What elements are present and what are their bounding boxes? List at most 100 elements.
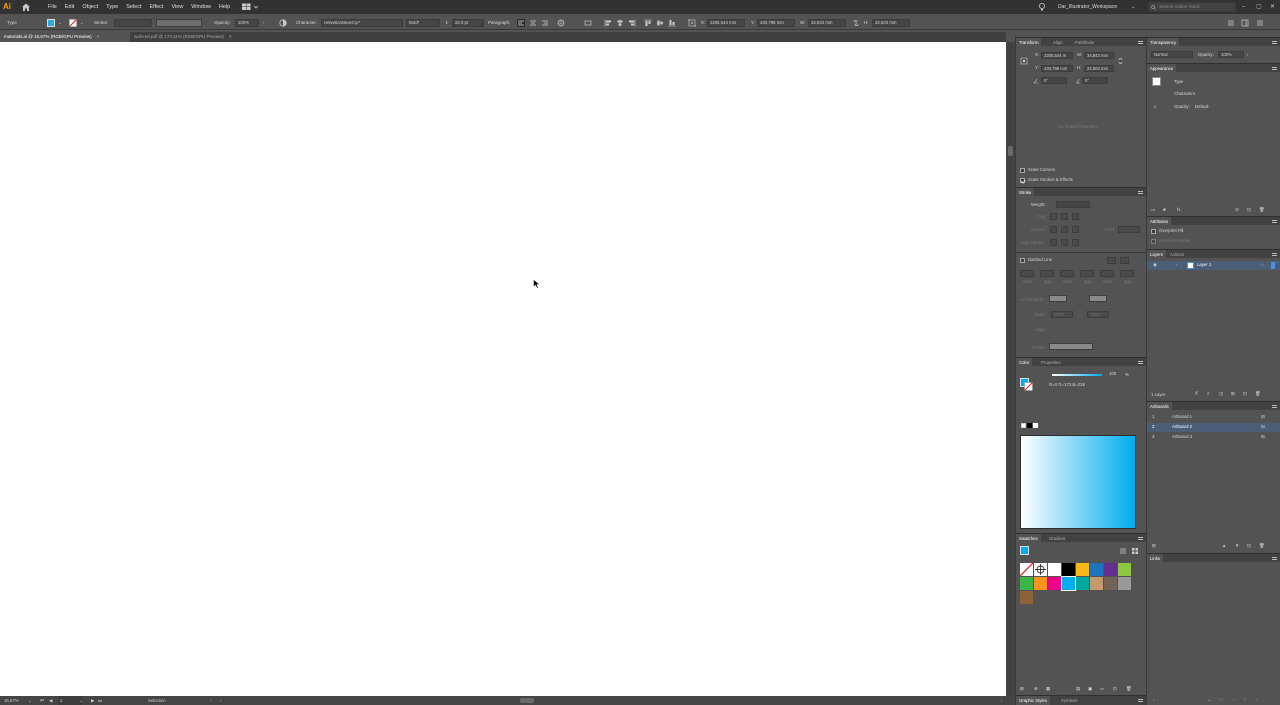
link-icon[interactable] xyxy=(852,19,860,27)
swatch-color[interactable] xyxy=(1076,563,1089,576)
tab-materials[interactable]: materials.ai @ 16,67% (RGB/GPU Preview) × xyxy=(0,32,130,42)
last-artboard-button[interactable]: ⏭ xyxy=(98,696,102,705)
artboard-row[interactable]: 2 Artboard 2 ⊟ xyxy=(1147,423,1280,432)
miter-join-button[interactable] xyxy=(1050,226,1057,233)
close-icon[interactable]: × xyxy=(97,34,100,39)
white-swatch[interactable] xyxy=(1033,423,1038,428)
tab-graphic-styles[interactable]: Graphic Styles xyxy=(1016,696,1050,705)
swatch-color[interactable] xyxy=(1062,563,1075,576)
swatch-color[interactable] xyxy=(1104,577,1117,590)
export-icon[interactable]: ⇱ xyxy=(1195,391,1199,397)
next-artboard-button[interactable]: ▶ xyxy=(91,696,94,705)
transparency-opacity-field[interactable]: 100% xyxy=(1218,51,1244,58)
swatch-color[interactable] xyxy=(1048,563,1061,576)
align-center-icon[interactable] xyxy=(529,19,537,27)
artboard-name[interactable]: Artboard 2 xyxy=(1172,424,1192,430)
relink-cc-icon[interactable]: ☁ xyxy=(1207,697,1211,703)
close-icon[interactable]: × xyxy=(229,34,232,39)
variable-width-profile[interactable] xyxy=(156,19,202,27)
tab-properties[interactable]: Properties xyxy=(1038,358,1064,367)
swatch-none[interactable] xyxy=(1019,562,1034,577)
panel-options-icon[interactable] xyxy=(1241,19,1249,27)
gap-field-1[interactable] xyxy=(1040,270,1054,277)
appearance-opacity-label[interactable]: Opacity: xyxy=(1174,104,1190,110)
color-stroke-swatch-icon[interactable] xyxy=(1024,382,1033,391)
trash-icon[interactable]: 🗑 xyxy=(1259,207,1264,213)
new-artboard-icon[interactable]: ⊡ xyxy=(1247,543,1251,549)
font-family-field[interactable]: HelveticaNeueCyr* xyxy=(321,19,403,27)
prev-artboard-button[interactable]: ◀ xyxy=(49,696,52,705)
new-sublayer-icon[interactable]: ⊞ xyxy=(1231,391,1235,397)
color-spectrum[interactable] xyxy=(1020,435,1136,529)
align-inside-stroke-button[interactable] xyxy=(1061,239,1068,246)
tint-slider-track[interactable] xyxy=(1052,374,1102,376)
expand-arrow-icon[interactable]: › xyxy=(1176,262,1177,268)
dash-field-3[interactable] xyxy=(1100,270,1114,277)
tab-wall-red[interactable]: wall-red.pdf @ 174,11% (RGB/GPU Preview)… xyxy=(130,32,262,42)
duplicate-item-icon[interactable]: ⊡ xyxy=(1247,207,1251,213)
align-to-icon[interactable] xyxy=(584,19,592,27)
minimize-button[interactable]: – xyxy=(1242,0,1245,14)
menu-object[interactable]: Object xyxy=(78,0,102,14)
tab-appearance[interactable]: Appearance xyxy=(1147,64,1177,73)
align-vcenter-objects-icon[interactable] xyxy=(656,19,664,27)
menu-select[interactable]: Select xyxy=(122,0,145,14)
overprint-fill-checkbox[interactable] xyxy=(1151,229,1156,234)
align-bottom-objects-icon[interactable] xyxy=(668,19,676,27)
dash-preserve-button[interactable] xyxy=(1107,257,1116,264)
chevron-left-icon[interactable]: ‹ xyxy=(220,696,221,705)
swatch-color[interactable] xyxy=(1034,577,1047,590)
menu-icon[interactable] xyxy=(1227,19,1235,27)
panel-menu-icon[interactable] xyxy=(1272,41,1277,44)
tab-pathfinder[interactable]: Pathfinder xyxy=(1072,38,1098,47)
tab-layers[interactable]: Layers xyxy=(1147,250,1166,259)
close-button[interactable]: ✕ xyxy=(1270,0,1275,14)
panel-menu-icon[interactable] xyxy=(1272,557,1277,560)
menu-edit[interactable]: Edit xyxy=(61,0,78,14)
dash-align-button[interactable] xyxy=(1120,257,1129,264)
swatch-color[interactable] xyxy=(1020,591,1033,604)
home-icon[interactable] xyxy=(21,2,31,12)
overprint-stroke-checkbox[interactable] xyxy=(1151,239,1156,244)
panel-menu-icon[interactable] xyxy=(1138,537,1143,540)
panel-menu-icon[interactable] xyxy=(1138,699,1143,702)
panel-menu-icon[interactable] xyxy=(1272,67,1277,70)
dash-field-1[interactable] xyxy=(1020,270,1034,277)
chevron-down-icon[interactable]: ⌄ xyxy=(58,18,61,28)
tab-attributes[interactable]: Attributes xyxy=(1147,217,1172,226)
shear-field[interactable]: 0° xyxy=(1082,77,1108,84)
chevron-right-icon[interactable]: › xyxy=(1247,52,1248,58)
eye-icon[interactable]: ◉ xyxy=(1153,104,1157,110)
panel-menu-icon[interactable] xyxy=(1138,41,1143,44)
menu-file[interactable]: File xyxy=(44,0,61,14)
new-layer-icon[interactable]: ⊡ xyxy=(1243,391,1247,397)
tab-align[interactable]: Align xyxy=(1050,38,1066,47)
add-fill-icon[interactable]: ■ xyxy=(1163,207,1166,213)
black-swatch[interactable] xyxy=(1027,423,1032,428)
new-group-icon[interactable]: ▭ xyxy=(1100,686,1104,692)
align-center-stroke-button[interactable] xyxy=(1050,239,1057,246)
menu-effect[interactable]: Effect xyxy=(146,0,168,14)
search-input[interactable]: Search Adobe Stock xyxy=(1159,3,1200,11)
tab-stroke[interactable]: Stroke xyxy=(1016,188,1035,197)
clipping-mask-icon[interactable]: ◫ xyxy=(1219,391,1223,397)
tint-value[interactable]: 100 xyxy=(1109,371,1116,377)
transform-h-field[interactable]: 22,503 mm xyxy=(1084,65,1114,72)
none-swatch[interactable] xyxy=(1021,423,1026,428)
font-size-field[interactable]: 22,9 pt xyxy=(452,19,484,27)
dash-field-2[interactable] xyxy=(1060,270,1074,277)
relink-icon[interactable]: ⊡ xyxy=(1219,697,1223,703)
chevron-down-icon[interactable]: ⌄ xyxy=(79,696,83,705)
artboard-name[interactable]: Artboard 3 xyxy=(1172,434,1192,440)
tab-symbols[interactable]: Symbols xyxy=(1058,696,1080,705)
character-label[interactable]: Character: xyxy=(296,18,317,28)
swatch-color[interactable] xyxy=(1118,577,1131,590)
swatch-color[interactable] xyxy=(1020,577,1033,590)
lightbulb-icon[interactable] xyxy=(1038,2,1046,12)
align-top-objects-icon[interactable] xyxy=(644,19,652,27)
swatch-libraries-icon[interactable]: ⊞ xyxy=(1020,686,1024,692)
swatch-color[interactable] xyxy=(1076,577,1089,590)
scale-corners-checkbox[interactable] xyxy=(1020,168,1025,173)
square-cap-button[interactable] xyxy=(1072,213,1079,220)
end-scale-field[interactable]: 100% xyxy=(1087,311,1109,318)
